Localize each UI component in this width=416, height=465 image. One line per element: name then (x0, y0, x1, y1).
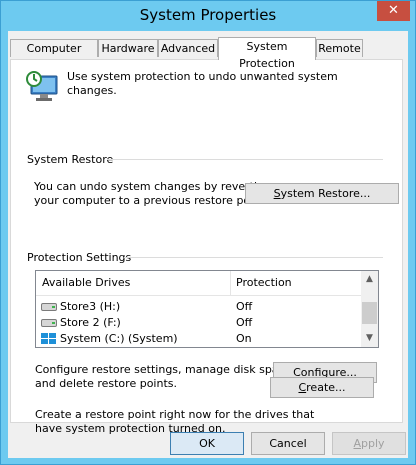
system-restore-description-line1: You can undo system changes by reverting (34, 180, 271, 193)
close-button[interactable]: ✕ (377, 1, 410, 21)
tab-computer-name[interactable]: Computer Name (10, 39, 98, 72)
drive-protection-status: Off (236, 300, 253, 313)
system-protection-icon (26, 71, 58, 101)
protection-settings-divider (124, 257, 383, 258)
title-bar[interactable]: System Properties ✕ (1, 1, 415, 31)
drives-listbox[interactable]: Available Drives Protection Store3 (H:) … (35, 270, 379, 348)
drive-name-cell: Store 2 (F:) (41, 316, 121, 329)
hard-drive-icon (41, 303, 57, 311)
listbox-header: Available Drives Protection (36, 271, 361, 296)
scroll-down-icon[interactable]: ▼ (361, 330, 378, 347)
drive-name: Store 2 (F:) (60, 316, 121, 329)
configure-description-line2: and delete restore points. (35, 377, 177, 390)
scroll-thumb[interactable] (362, 302, 377, 324)
drive-name: Store3 (H:) (60, 300, 121, 313)
hard-drive-icon (41, 319, 57, 327)
tab-hardware[interactable]: Hardware (98, 39, 158, 57)
drive-protection-status: On (236, 332, 252, 345)
drive-protection-status: Off (236, 316, 253, 329)
scroll-up-icon[interactable]: ▲ (361, 271, 378, 288)
button-label-suffix: pply (361, 437, 385, 450)
system-restore-group-label: System Restore (27, 153, 114, 166)
button-label-accelerator: S (273, 187, 281, 200)
tab-remote[interactable]: Remote (316, 39, 363, 57)
tab-strip: Computer Name Hardware Advanced System P… (8, 37, 408, 72)
drive-row[interactable]: Store3 (H:) Off (36, 299, 361, 315)
create-description-line1: Create a restore point right now for the… (35, 408, 315, 421)
tab-advanced[interactable]: Advanced (158, 39, 218, 57)
tab-system-protection[interactable]: System Protection (218, 37, 316, 70)
system-restore-button[interactable]: System Restore... (245, 183, 399, 204)
configure-description-line1: Configure restore settings, manage disk … (35, 363, 295, 376)
drive-row[interactable]: System (C:) (System) On (36, 331, 361, 347)
window-title: System Properties (139, 6, 277, 24)
windows-system-drive-icon (41, 333, 56, 344)
apply-button[interactable]: Apply (332, 432, 406, 455)
system-restore-description-line2: your computer to a previous restore poin… (34, 194, 268, 207)
system-protection-panel: Use system protection to undo unwanted s… (10, 59, 403, 435)
intro-text: Use system protection to undo unwanted s… (67, 70, 338, 97)
column-header-protection[interactable]: Protection (236, 276, 292, 289)
listbox-scrollbar[interactable]: ▲ ▼ (361, 271, 378, 347)
system-properties-window: System Properties ✕ Computer Name Hardwa… (0, 0, 416, 465)
protection-settings-group-label: Protection Settings (27, 251, 132, 264)
drive-name: System (C:) (System) (60, 332, 178, 345)
drive-name-cell: System (C:) (System) (41, 332, 178, 345)
button-label-suffix: reate... (306, 381, 346, 394)
column-divider[interactable] (230, 271, 231, 295)
drive-row[interactable]: Store 2 (F:) Off (36, 315, 361, 331)
ok-button[interactable]: OK (170, 432, 244, 455)
create-button[interactable]: Create... (270, 377, 374, 398)
system-restore-divider (107, 159, 383, 160)
drive-name-cell: Store3 (H:) (41, 300, 120, 313)
button-label-suffix: ystem Restore... (280, 187, 371, 200)
cancel-button[interactable]: Cancel (251, 432, 325, 455)
button-label-accelerator: A (353, 437, 361, 450)
column-header-drives[interactable]: Available Drives (42, 276, 130, 289)
button-label-accelerator: C (298, 381, 307, 394)
